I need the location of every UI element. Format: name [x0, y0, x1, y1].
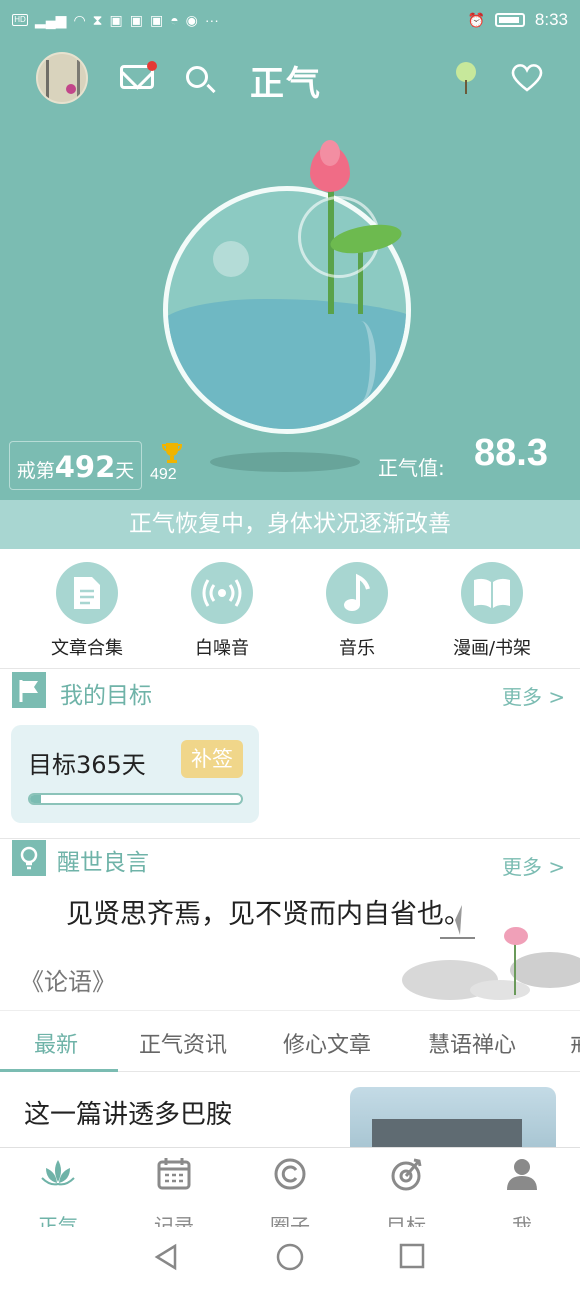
goal-progress-bar [28, 793, 243, 805]
status-time: 8:33 [534, 10, 568, 29]
page-title: 正气 [250, 64, 322, 104]
goal-card[interactable]: 目标365天 补签 [11, 725, 259, 823]
shortcut-articles[interactable]: 文章合集 [27, 560, 147, 660]
recents-icon[interactable] [399, 1243, 425, 1269]
goal-progress-fill [30, 795, 41, 803]
system-navigation [0, 1227, 580, 1289]
goals-more-link[interactable]: 更多 > [502, 681, 565, 710]
divider [0, 838, 580, 839]
divider [0, 668, 580, 669]
app-icon: ▣ [109, 11, 123, 28]
search-icon[interactable] [186, 66, 208, 88]
back-icon[interactable] [153, 1243, 179, 1271]
avatar[interactable] [36, 52, 88, 104]
section-title-quote: 醒世良言 [57, 850, 149, 876]
article-thumbnail[interactable] [350, 1087, 556, 1147]
shortcut-white-noise[interactable]: 白噪音 [162, 560, 282, 660]
app-icon: ▣ [129, 11, 143, 28]
bottom-navigation: 正气 记录 圈子 目标 我 [0, 1147, 580, 1238]
broadcast-icon [191, 562, 253, 624]
alarm-icon: ⏰ [467, 11, 485, 28]
shortcut-label: 音乐 [339, 638, 375, 659]
heart-icon[interactable] [510, 62, 544, 92]
tab-more[interactable]: 戒 [570, 1027, 580, 1059]
more-icon: ··· [204, 12, 219, 28]
quote-text: 见贤思齐焉，见不贤而内自省也。 [66, 899, 471, 930]
music-note-icon [326, 562, 388, 624]
hd-icon: HD [12, 14, 28, 26]
status-icons: HD ▂▄▆ ◠ ⧗ ▣ ▣ ▣ ◓ ◉ ··· [12, 12, 219, 29]
days-suffix: 天 [115, 460, 135, 482]
home-icon[interactable] [276, 1243, 304, 1271]
shortcut-label: 白噪音 [195, 638, 249, 659]
shortcut-label: 文章合集 [51, 638, 123, 659]
tab-news[interactable]: 正气资讯 [139, 1027, 227, 1059]
battery-icon [494, 13, 525, 27]
lotus-icon [41, 1160, 75, 1186]
tab-latest[interactable]: 最新 [34, 1027, 78, 1059]
flag-icon [12, 672, 46, 708]
shortcut-label: 漫画/书架 [452, 638, 532, 659]
hourglass-icon: ⧗ [92, 11, 103, 28]
tab-zen[interactable]: 慧语禅心 [428, 1027, 516, 1059]
lightbulb-icon [12, 840, 46, 876]
content-tabs: 最新 正气资讯 修心文章 慧语禅心 戒 [0, 1010, 580, 1072]
circle-icon [274, 1158, 306, 1190]
badge-icon: ▣ [149, 11, 164, 28]
quote-more-link[interactable]: 更多 > [502, 851, 565, 880]
active-tab-indicator [0, 1069, 118, 1072]
tree-icon[interactable] [456, 62, 476, 94]
app-header: 正气 [0, 40, 580, 114]
app-icon: ◉ [185, 11, 198, 28]
signal-icon: ▂▄▆ [35, 11, 67, 28]
book-icon [461, 562, 523, 624]
trophy-icon[interactable] [162, 442, 182, 464]
days-prefix: 戒第 [16, 460, 55, 482]
wifi-icon: ◠ [73, 11, 86, 28]
score-label: 正气值: [378, 456, 445, 480]
abstinence-days-badge[interactable]: 戒第 492 天 [9, 441, 142, 490]
goal-text: 目标365天 [28, 751, 146, 779]
days-count: 492 [54, 450, 116, 484]
lotus-flower [310, 140, 350, 192]
quote-source: 《论语》 [20, 968, 116, 996]
status-bar: HD ▂▄▆ ◠ ⧗ ▣ ▣ ▣ ◓ ◉ ··· ⏰ 8:33 [0, 0, 580, 40]
trophy-count: 492 [150, 466, 177, 483]
bowl-shadow [210, 452, 360, 472]
shortcut-comics[interactable]: 漫画/书架 [432, 560, 552, 660]
tab-articles[interactable]: 修心文章 [283, 1027, 371, 1059]
shortcut-music[interactable]: 音乐 [297, 560, 417, 660]
makeup-checkin-button[interactable]: 补签 [181, 740, 243, 778]
document-icon [56, 562, 118, 624]
calendar-icon [157, 1158, 191, 1190]
person-icon [507, 1159, 537, 1190]
shortcut-row: 文章合集 白噪音 音乐 漫画/书架 [0, 560, 580, 660]
section-title-goals: 我的目标 [60, 683, 152, 709]
qq-icon: ◓ [170, 12, 179, 28]
target-icon [391, 1158, 422, 1191]
status-banner: 正气恢复中，身体状况逐渐改善 [0, 500, 580, 549]
unread-dot [147, 61, 157, 71]
article-title[interactable]: 这一篇讲透多巴胺 [24, 1094, 232, 1131]
score-value: 88.3 [474, 432, 548, 474]
